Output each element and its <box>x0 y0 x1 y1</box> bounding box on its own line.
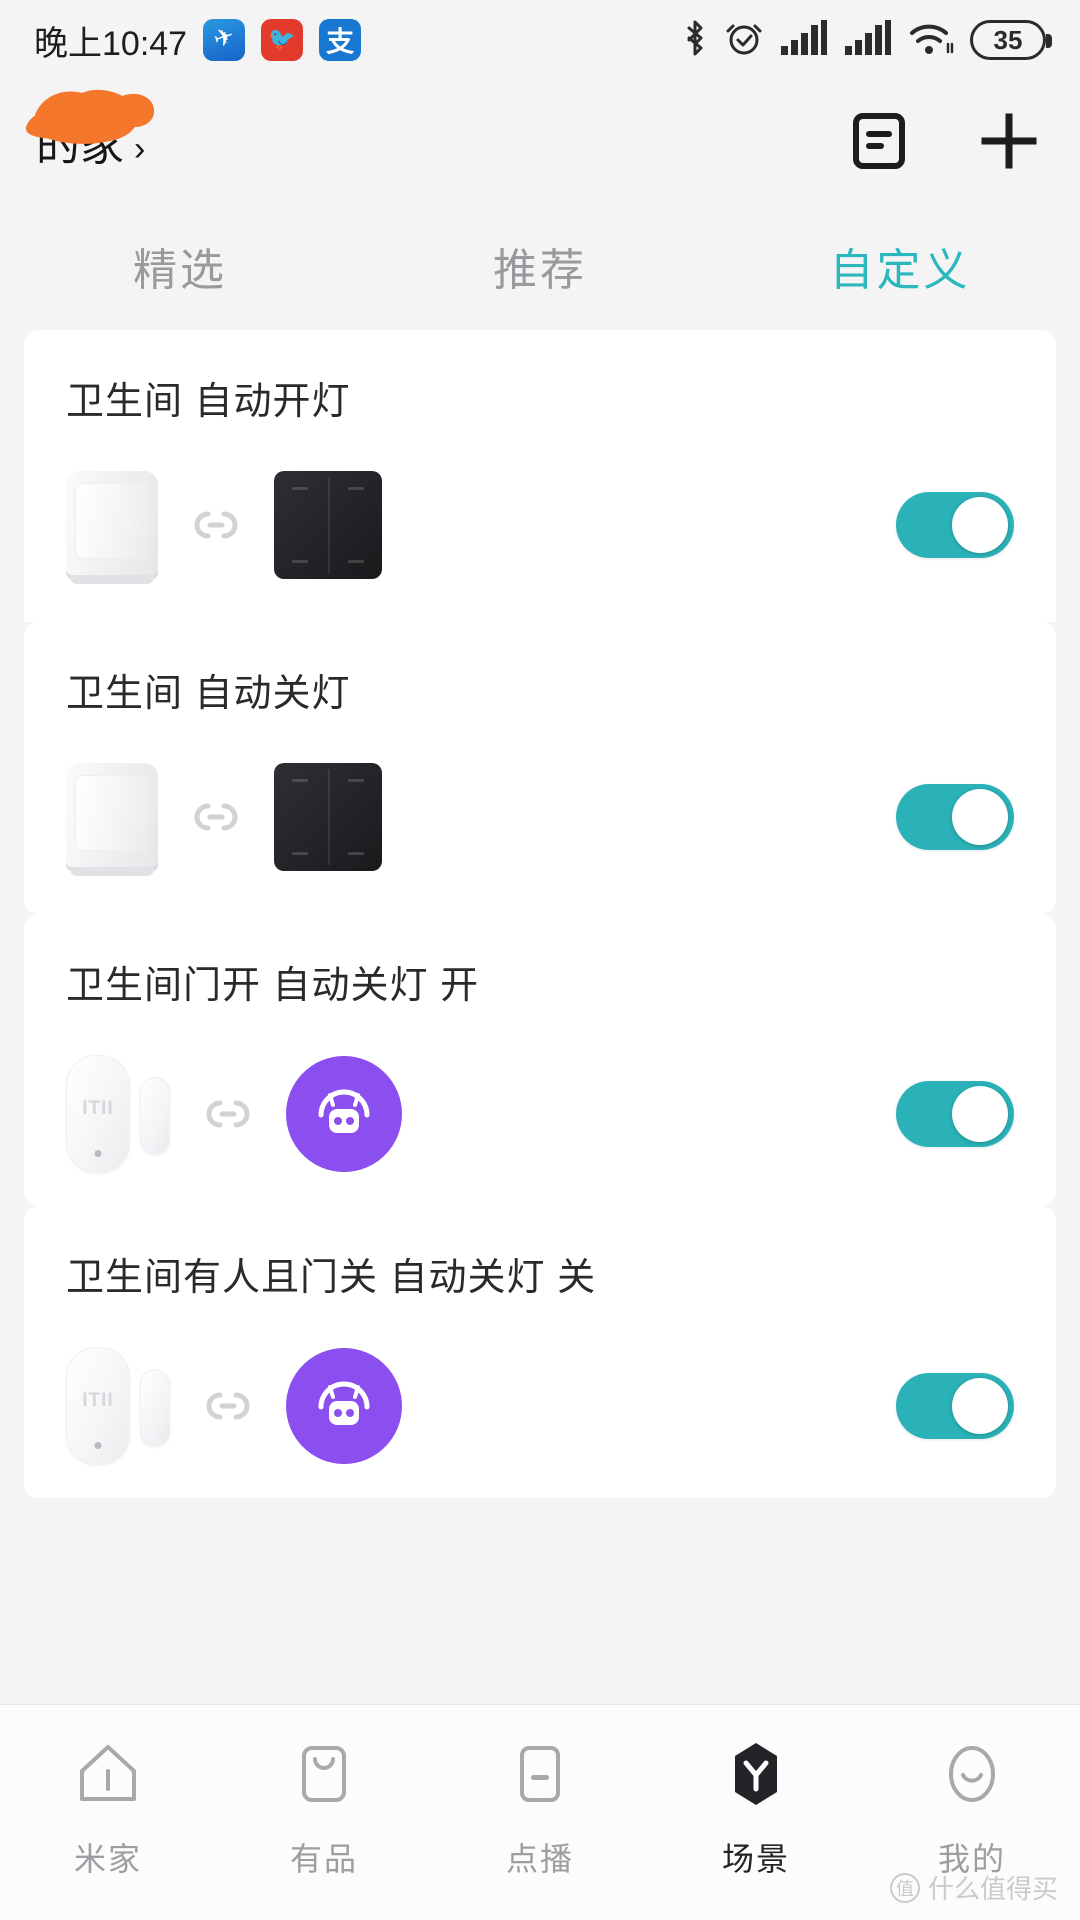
scene-devices: ITII <box>66 1347 402 1465</box>
status-bar-left: 晚上10:47 <box>34 16 362 65</box>
scene-devices: ITII <box>66 1055 402 1173</box>
mi-brand-mark: ITII <box>82 1390 114 1412</box>
nav-item-youpin[interactable]: 有品 <box>216 1737 432 1880</box>
scene-toggle[interactable] <box>896 492 1014 558</box>
app-header: 的家 › <box>0 80 1080 202</box>
toggle-knob <box>952 1378 1008 1434</box>
scene-card[interactable]: 卫生间 自动关灯 <box>24 622 1056 914</box>
scene-title: 卫生间门开 自动关灯 开 <box>66 965 480 1007</box>
player-icon <box>503 1737 577 1816</box>
bag-icon <box>287 1737 361 1816</box>
add-button[interactable] <box>974 106 1044 176</box>
scene-toggle[interactable] <box>896 784 1014 850</box>
nav-item-changjing[interactable]: 场景 <box>648 1737 864 1880</box>
chain-link-icon <box>184 508 248 542</box>
chevron-right-icon: › <box>134 130 146 168</box>
scene-icon <box>719 1737 793 1816</box>
motion-sensor-icon <box>66 471 158 584</box>
scene-title: 卫生间 自动关灯 <box>66 673 351 715</box>
tab-tuijian[interactable]: 推荐 <box>360 234 720 298</box>
nav-item-wode[interactable]: 我的 <box>864 1737 1080 1880</box>
wifi-icon <box>908 18 954 63</box>
home-selector[interactable]: 的家 › <box>25 89 155 173</box>
door-sensor-body: ITII <box>66 1347 130 1465</box>
nav-label: 点播 <box>505 1841 574 1877</box>
mi-brand-mark: ITII <box>82 1098 114 1120</box>
alarm-icon <box>724 18 764 63</box>
motion-sensor-icon <box>66 763 158 876</box>
bottom-navigation: 米家 有品 点播 场景 我的 值 什么值得买 <box>0 1704 1080 1920</box>
watermark-text: 什么值得买 <box>927 1874 1058 1904</box>
home-name: 的家 <box>36 121 124 170</box>
wall-switch-icon <box>274 471 382 579</box>
tab-jingxuan[interactable]: 精选 <box>0 234 360 298</box>
scene-toggle[interactable] <box>896 1081 1014 1147</box>
chain-link-icon <box>184 800 248 834</box>
chain-link-icon <box>196 1097 260 1131</box>
nav-label: 场景 <box>721 1841 790 1877</box>
site-watermark: 值 什么值得买 <box>889 1869 1058 1906</box>
airplane-app-icon <box>203 19 246 61</box>
automation-robot-icon <box>286 1348 402 1464</box>
tab-zidingyi[interactable]: 自定义 <box>720 234 1080 298</box>
battery-level: 35 <box>993 24 1023 55</box>
door-sensor-magnet <box>140 1369 170 1447</box>
scene-body: ITII <box>66 1347 1014 1465</box>
sensor-led-dot <box>94 1442 102 1449</box>
alipay-app-icon <box>319 19 362 61</box>
bluetooth-icon <box>682 18 708 63</box>
scene-devices <box>66 763 382 876</box>
scene-body <box>66 471 1014 584</box>
list-view-button[interactable] <box>844 106 914 176</box>
status-bar-right: 35 <box>682 18 1052 63</box>
nav-label: 米家 <box>73 1841 142 1877</box>
wall-switch-icon <box>274 763 382 871</box>
door-sensor-body: ITII <box>66 1055 130 1173</box>
profile-icon <box>935 1737 1009 1816</box>
nav-item-mijia[interactable]: 米家 <box>0 1737 216 1880</box>
door-sensor-icon: ITII <box>66 1055 170 1173</box>
scene-card[interactable]: 卫生间有人且门关 自动关灯 关 ITII <box>24 1206 1056 1498</box>
bird-app-icon <box>261 19 304 61</box>
scene-card[interactable]: 卫生间门开 自动关灯 开 ITII <box>24 914 1056 1206</box>
scene-list[interactable]: 卫生间 自动开灯 卫生间 自动关灯 卫生间门开 自动关灯 开 ITII 卫生间有… <box>0 330 1080 1704</box>
nav-item-dianbo[interactable]: 点播 <box>432 1737 648 1880</box>
signal-1-icon <box>780 18 828 63</box>
scene-body: ITII <box>66 1055 1014 1173</box>
automation-robot-icon <box>286 1056 402 1172</box>
scene-devices <box>66 471 382 584</box>
toggle-knob <box>952 497 1008 553</box>
status-bar: 晚上10:47 35 <box>0 0 1080 80</box>
header-actions <box>844 106 1044 176</box>
watermark-badge: 值 <box>889 1872 920 1903</box>
nav-label: 有品 <box>289 1841 358 1877</box>
scene-title: 卫生间 自动开灯 <box>66 381 351 423</box>
home-icon <box>71 1737 145 1816</box>
scene-card[interactable]: 卫生间 自动开灯 <box>24 330 1056 622</box>
door-sensor-magnet <box>140 1077 170 1155</box>
status-clock: 晚上10:47 <box>34 24 188 63</box>
scene-body <box>66 763 1014 876</box>
mijia-app-screen: 晚上10:47 35 <box>0 0 1080 1920</box>
scene-title: 卫生间有人且门关 自动关灯 关 <box>66 1257 597 1299</box>
door-sensor-icon: ITII <box>66 1347 170 1465</box>
sensor-led-dot <box>94 1150 102 1157</box>
toggle-knob <box>952 1086 1008 1142</box>
chain-link-icon <box>196 1389 260 1423</box>
scene-tabs: 精选 推荐 自定义 <box>0 202 1080 330</box>
toggle-knob <box>952 789 1008 845</box>
scene-toggle[interactable] <box>896 1373 1014 1439</box>
battery-indicator: 35 <box>970 20 1052 60</box>
signal-2-icon <box>844 18 892 63</box>
